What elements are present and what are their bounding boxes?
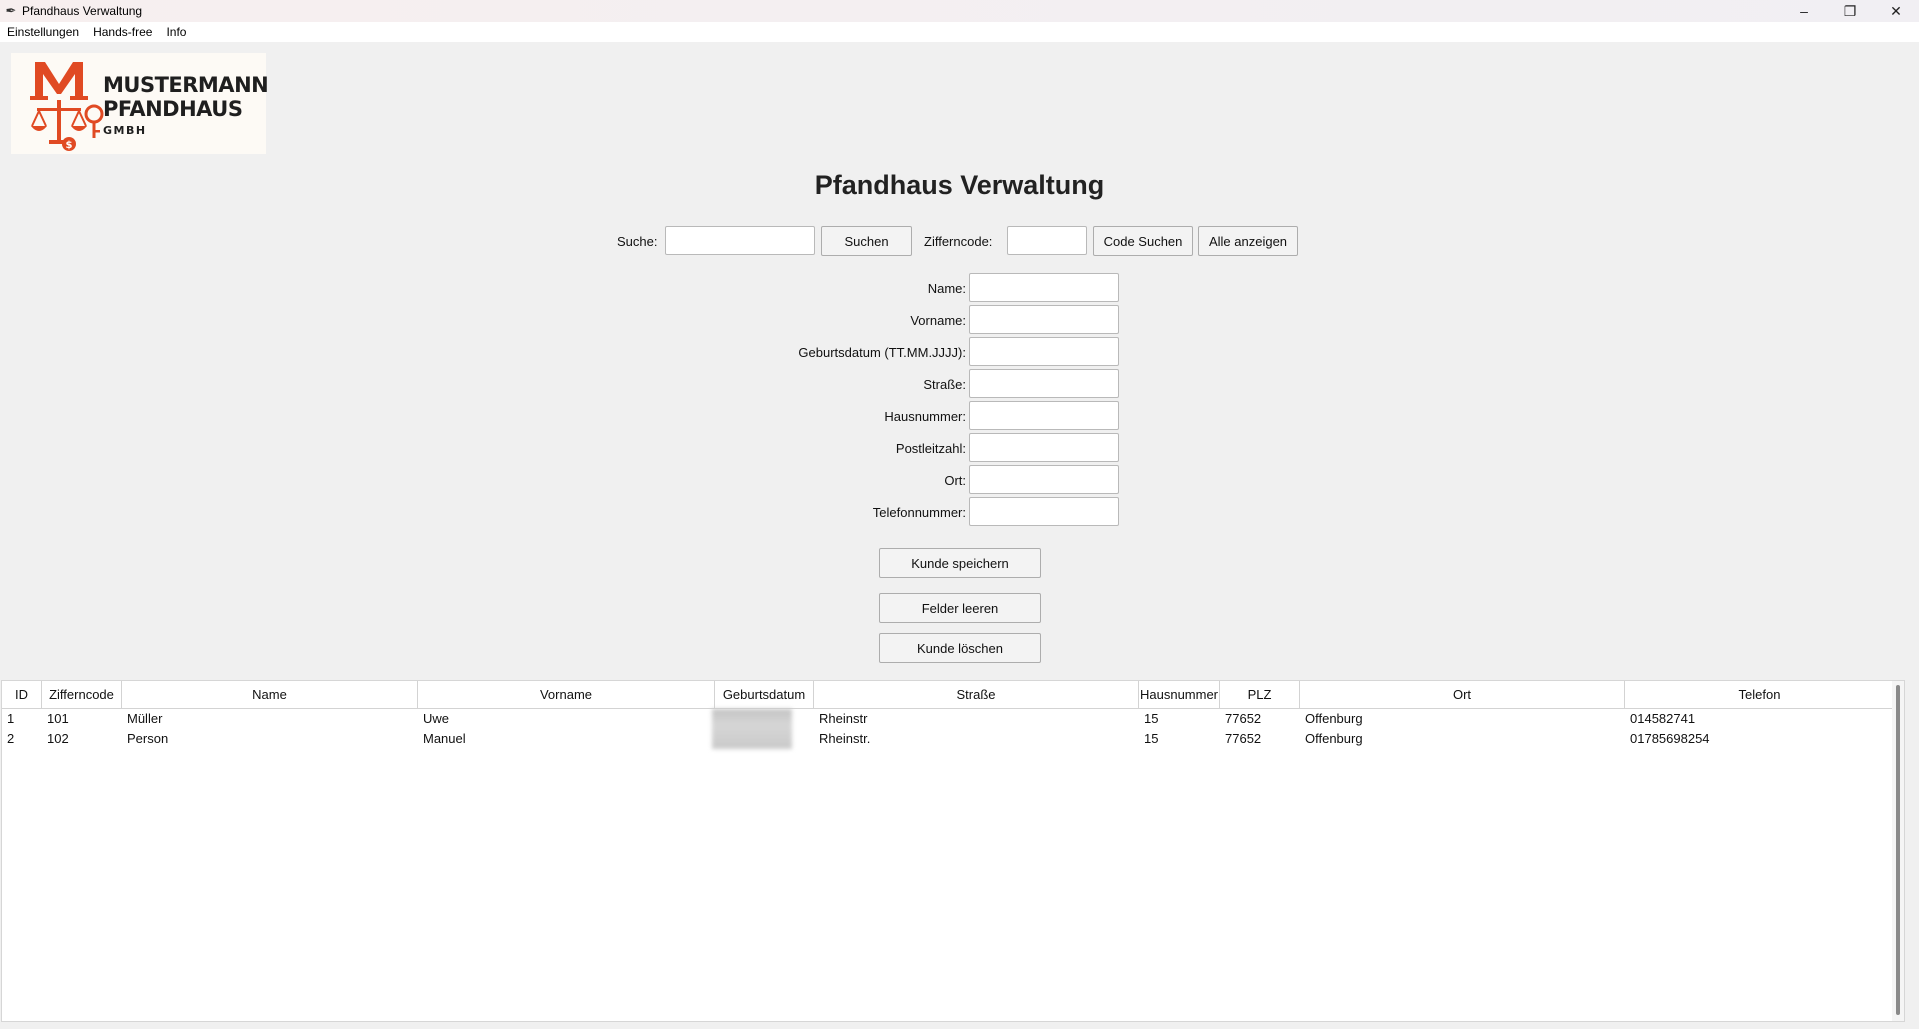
cell-strasse: Rheinstr.	[819, 731, 871, 746]
feather-icon: ✒	[5, 3, 17, 18]
col-header-telefon[interactable]: Telefon	[1625, 681, 1894, 708]
plz-label: Postleitzahl:	[895, 441, 966, 456]
page-title: Pfandhaus Verwaltung	[814, 170, 1105, 200]
logo-wordmark: MUSTERMANN PFANDHAUS GMBH	[103, 73, 269, 137]
restore-icon[interactable]: ❐	[1827, 0, 1873, 22]
clear-fields-button[interactable]: Felder leeren	[879, 593, 1041, 623]
company-logo: $ MUSTERMANN PFANDHAUS GMBH	[11, 53, 269, 154]
search-label: Suche:	[617, 234, 658, 249]
table-row[interactable]: 2 102 Person Manuel Rheinstr. 15 77652 O…	[2, 729, 1904, 749]
hausnummer-label: Hausnummer:	[884, 409, 966, 424]
name-label: Name:	[927, 281, 966, 296]
cell-zifferncode: 102	[47, 731, 69, 746]
cell-hausnummer: 15	[1144, 731, 1159, 746]
hausnummer-field[interactable]	[969, 401, 1119, 430]
col-header-name[interactable]: Name	[122, 681, 418, 708]
name-field[interactable]	[969, 273, 1119, 302]
menu-einstellungen[interactable]: Einstellungen	[0, 22, 86, 42]
cell-vorname: Manuel	[423, 731, 466, 746]
cell-telefon: 014582741	[1630, 711, 1696, 726]
col-header-vorname[interactable]: Vorname	[418, 681, 715, 708]
show-all-button[interactable]: Alle anzeigen	[1198, 226, 1298, 256]
cell-name: Person	[127, 731, 169, 746]
close-icon[interactable]: ✕	[1873, 0, 1919, 22]
logo-line-1: MUSTERMANN	[103, 73, 269, 97]
cell-strasse: Rheinstr	[819, 711, 868, 726]
delete-customer-button[interactable]: Kunde löschen	[879, 633, 1041, 663]
col-header-geburtsdatum[interactable]: Geburtsdatum	[715, 681, 814, 708]
scales-key-logo-icon: $	[30, 62, 104, 151]
ort-field[interactable]	[969, 465, 1119, 494]
customer-table[interactable]: ID Zifferncode Name Vorname Geburtsdatum…	[1, 680, 1905, 1022]
col-header-id[interactable]: ID	[2, 681, 42, 708]
logo-line-2: PFANDHAUS	[103, 97, 243, 121]
menu-bar: Einstellungen Hands-free Info	[0, 22, 1919, 42]
vorname-label: Vorname:	[910, 313, 966, 328]
strasse-label: Straße:	[923, 377, 966, 392]
window-controls: – ❐ ✕	[1781, 0, 1919, 22]
cell-ort: Offenburg	[1305, 711, 1363, 726]
plz-field[interactable]	[969, 433, 1119, 462]
code-search-button[interactable]: Code Suchen	[1093, 226, 1193, 256]
cell-hausnummer: 15	[1144, 711, 1159, 726]
table-row[interactable]: 1 101 Müller Uwe Rheinstr 15 77652 Offen…	[2, 709, 1904, 749]
telefon-label: Telefonnummer:	[872, 505, 966, 520]
geburtsdatum-field[interactable]	[969, 337, 1119, 366]
logo-line-3: GMBH	[103, 124, 147, 137]
strasse-field[interactable]	[969, 369, 1119, 398]
svg-text:$: $	[66, 140, 73, 151]
table-header: ID Zifferncode Name Vorname Geburtsdatum…	[2, 681, 1904, 709]
search-button[interactable]: Suchen	[821, 226, 912, 256]
cell-name: Müller	[127, 711, 163, 726]
save-customer-button[interactable]: Kunde speichern	[879, 548, 1041, 578]
title-bar: ✒ Pfandhaus Verwaltung – ❐ ✕	[0, 0, 1919, 22]
cell-plz: 77652	[1225, 731, 1262, 746]
col-header-ort[interactable]: Ort	[1300, 681, 1625, 708]
col-header-hausnummer[interactable]: Hausnummer	[1139, 681, 1220, 708]
menu-hands-free[interactable]: Hands-free	[86, 22, 159, 42]
cell-geburtsdatum	[712, 709, 814, 749]
window-title: Pfandhaus Verwaltung	[22, 4, 143, 18]
geburtsdatum-label: Geburtsdatum (TT.MM.JJJJ):	[798, 345, 966, 360]
col-header-plz[interactable]: PLZ	[1220, 681, 1300, 708]
vorname-field[interactable]	[969, 305, 1119, 334]
code-input[interactable]	[1007, 226, 1087, 255]
col-header-zifferncode[interactable]: Zifferncode	[42, 681, 122, 708]
cell-telefon: 01785698254	[1630, 731, 1710, 746]
cell-vorname: Uwe	[423, 711, 450, 726]
cell-plz: 77652	[1225, 711, 1262, 726]
telefon-field[interactable]	[969, 497, 1119, 526]
cell-id: 1	[7, 711, 15, 726]
col-header-strasse[interactable]: Straße	[814, 681, 1139, 708]
cell-ort: Offenburg	[1305, 731, 1363, 746]
vertical-scrollbar[interactable]	[1892, 681, 1904, 1021]
minimize-icon[interactable]: –	[1781, 0, 1827, 22]
cell-id: 2	[7, 731, 15, 746]
cell-zifferncode: 101	[47, 711, 69, 726]
search-input[interactable]	[665, 226, 815, 255]
scrollbar-thumb[interactable]	[1896, 685, 1900, 1015]
menu-info[interactable]: Info	[159, 22, 193, 42]
ort-label: Ort:	[944, 473, 966, 488]
code-label: Zifferncode:	[924, 234, 993, 249]
redacted-blur	[712, 709, 792, 749]
